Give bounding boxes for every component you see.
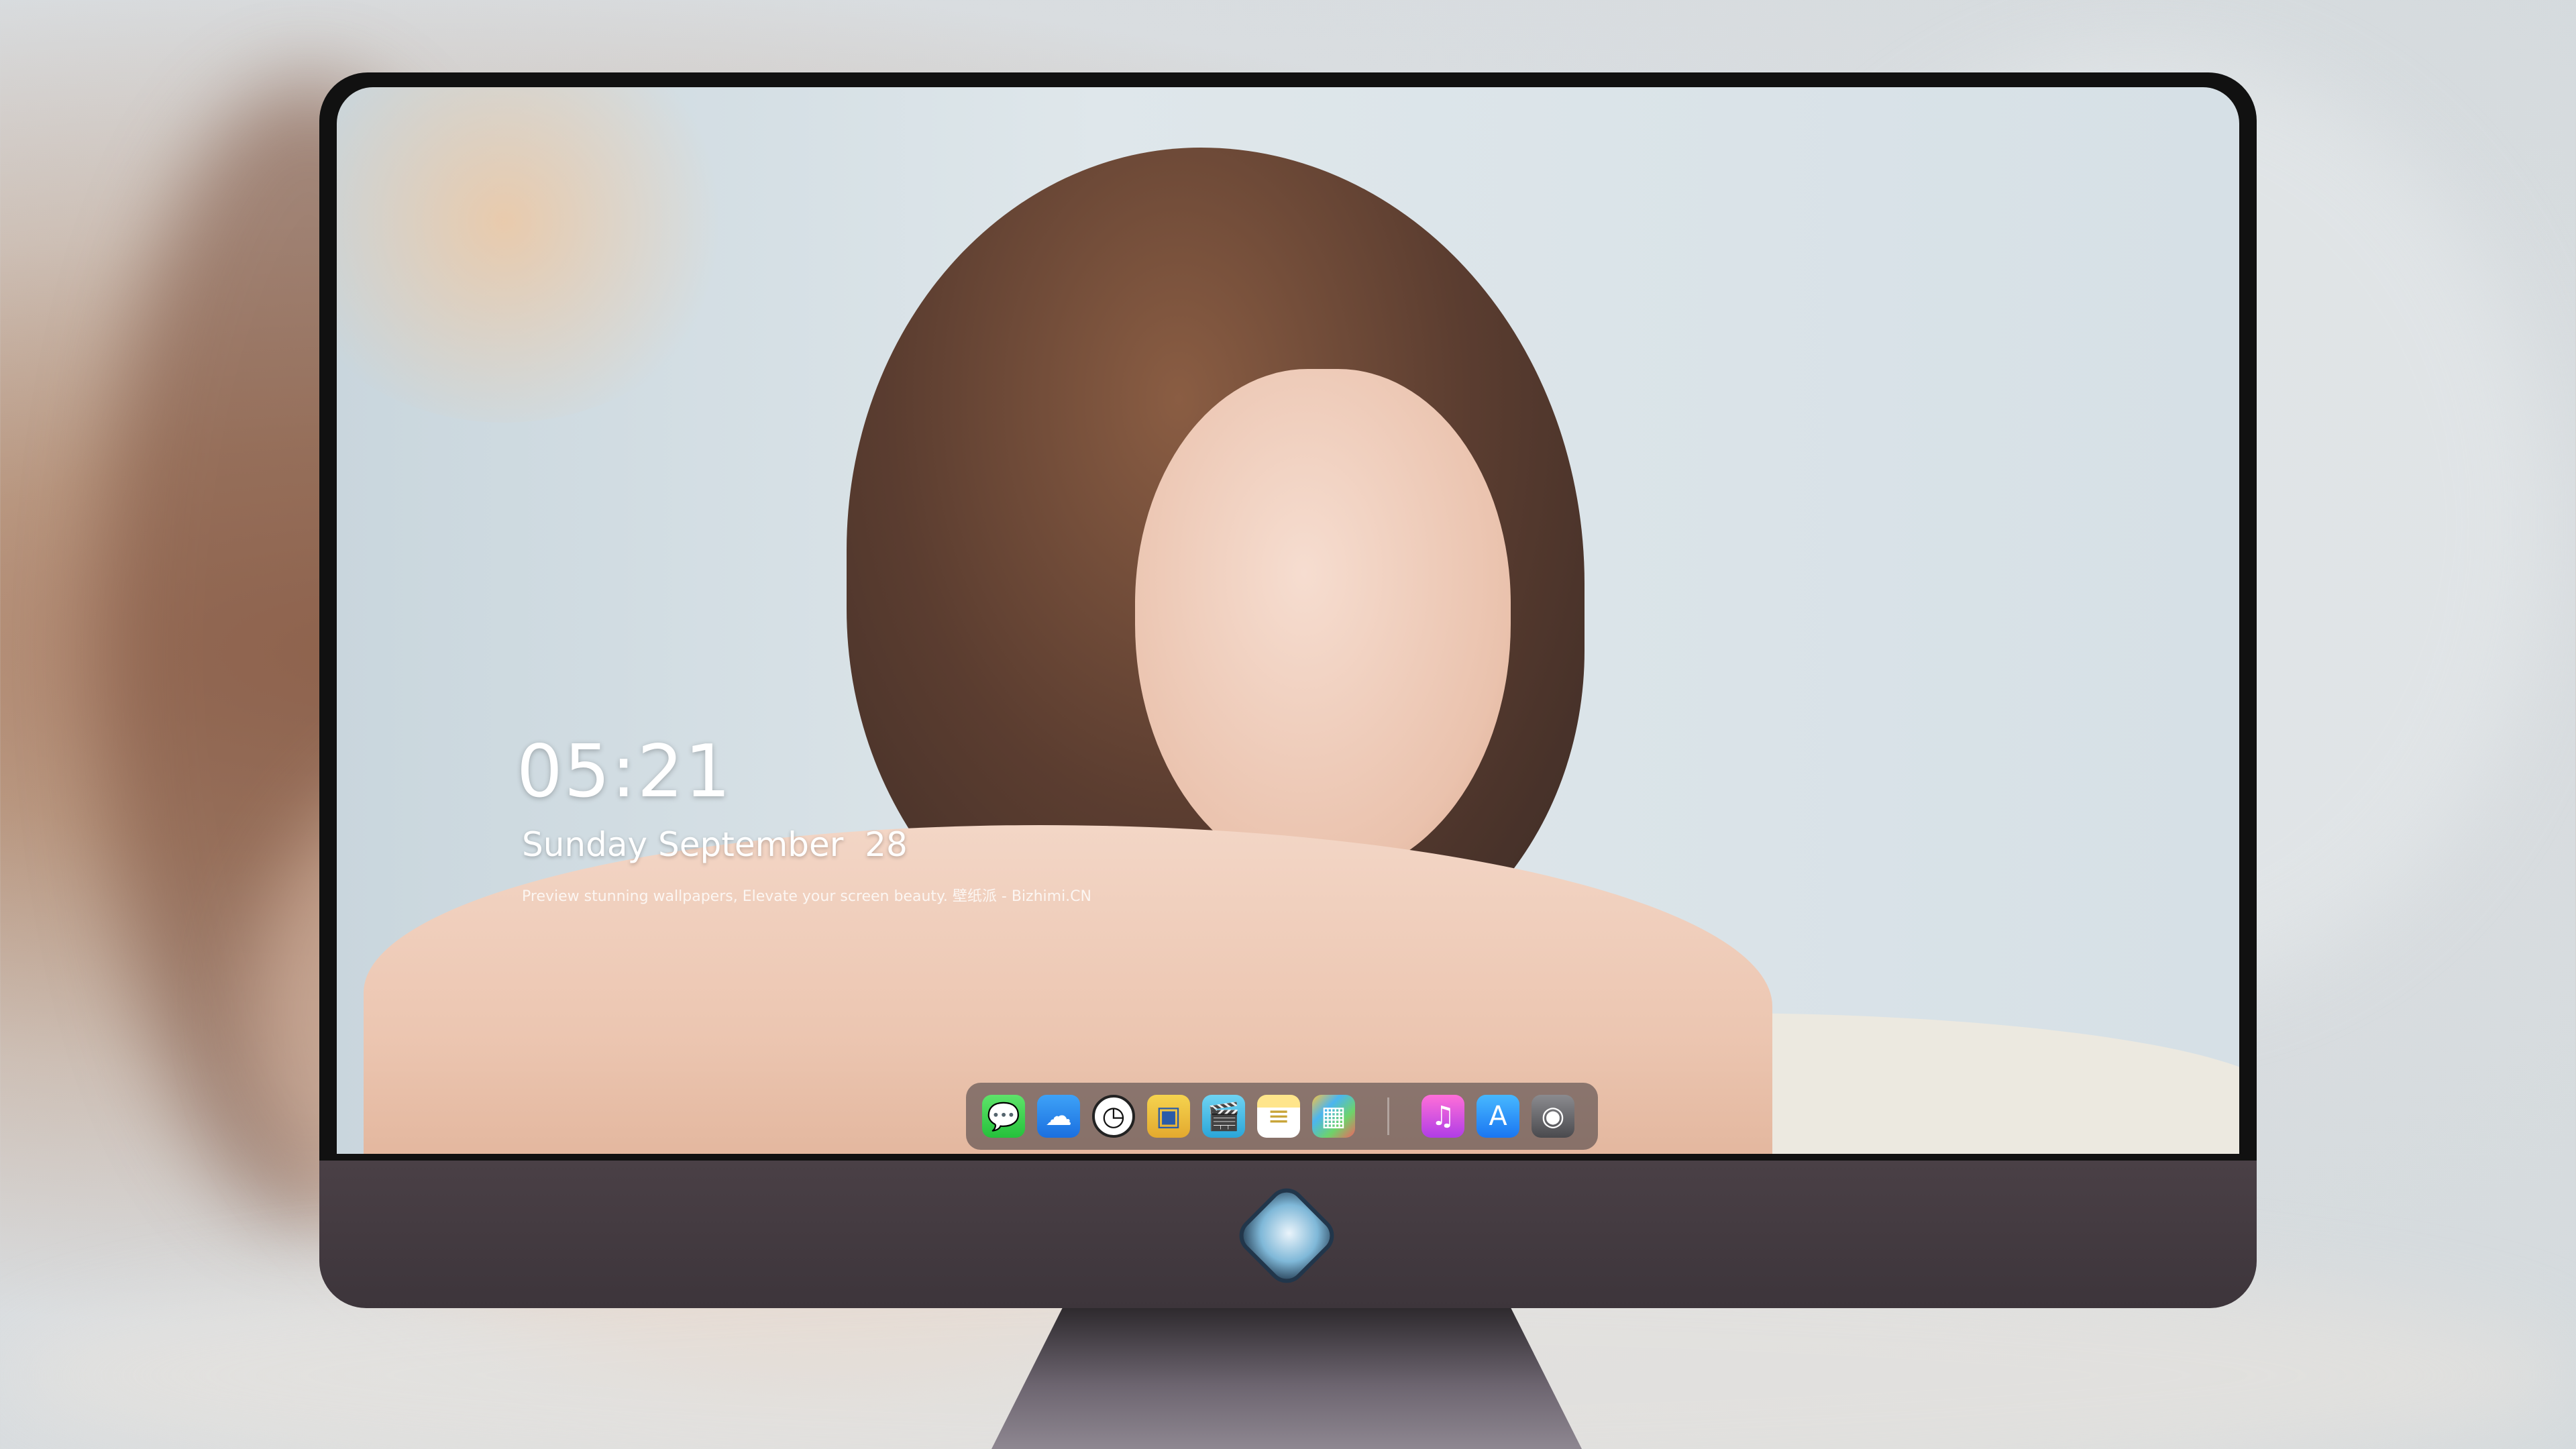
clapper-glyph: 🎬 — [1207, 1101, 1240, 1132]
lock-screen-date: Sunday September 28 — [522, 825, 908, 864]
notes-icon[interactable]: ≡ — [1257, 1095, 1300, 1138]
music-glyph: ♫ — [1431, 1101, 1455, 1132]
app-store-glyph: A — [1489, 1101, 1507, 1132]
music-note-icon[interactable]: ♫ — [1421, 1095, 1464, 1138]
messages-glyph: 💬 — [987, 1101, 1020, 1132]
clapper-icon[interactable]: 🎬 — [1202, 1095, 1245, 1138]
weather-glyph: ☁ — [1045, 1101, 1072, 1132]
preview-glyph: ▣ — [1156, 1101, 1181, 1132]
notes-glyph: ≡ — [1267, 1101, 1290, 1132]
monitor-stand — [991, 1308, 1582, 1449]
clock-icon[interactable]: ◷ — [1092, 1095, 1135, 1138]
photos-glyph: ▦ — [1321, 1101, 1346, 1132]
preview-icon[interactable]: ▣ — [1147, 1095, 1190, 1138]
wallpaper-light-flare — [337, 87, 739, 423]
messages-icon[interactable]: 💬 — [982, 1095, 1025, 1138]
wallpaper-tagline: Preview stunning wallpapers, Elevate you… — [522, 888, 1091, 905]
wallpaper-face — [1135, 369, 1511, 879]
dock-separator — [1387, 1097, 1389, 1135]
camera-glyph: ◉ — [1541, 1101, 1565, 1132]
lock-screen-time: 05:21 — [517, 730, 733, 814]
monitor-screen — [337, 87, 2239, 1154]
camera-icon[interactable]: ◉ — [1532, 1095, 1574, 1138]
clock-glyph: ◷ — [1102, 1101, 1126, 1132]
dock: 💬 ☁ ◷ ▣ 🎬 ≡ ▦ ♫ A ◉ — [966, 1083, 1598, 1150]
photos-icon[interactable]: ▦ — [1312, 1095, 1355, 1138]
app-store-icon[interactable]: A — [1477, 1095, 1519, 1138]
weather-icon[interactable]: ☁ — [1037, 1095, 1080, 1138]
